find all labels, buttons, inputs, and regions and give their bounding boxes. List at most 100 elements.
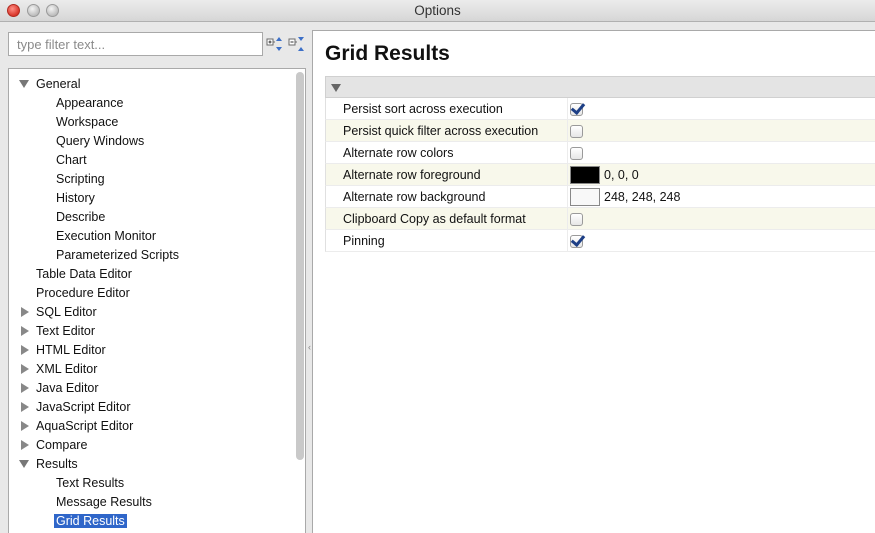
tree-scrollbar[interactable]: [296, 72, 304, 460]
disclosure-collapsed-icon[interactable]: [21, 421, 29, 431]
color-swatch[interactable]: [570, 188, 600, 206]
tree-item[interactable]: History: [56, 189, 95, 208]
tree-item-label: Grid Results: [54, 514, 127, 528]
column-divider: [567, 164, 568, 186]
disclosure-collapsed-icon[interactable]: [21, 345, 29, 355]
property-checkbox[interactable]: [570, 102, 583, 116]
disclosure-collapsed-icon[interactable]: [21, 440, 29, 450]
column-divider: [567, 186, 568, 208]
tree-item[interactable]: Chart: [56, 151, 87, 170]
property-value[interactable]: [570, 100, 583, 118]
tree-item[interactable]: Java Editor: [21, 379, 99, 398]
property-row: Persist sort across execution: [325, 98, 875, 120]
tree-item[interactable]: AquaScript Editor: [21, 417, 134, 436]
disclosure-collapsed-icon[interactable]: [21, 326, 29, 336]
tree-item[interactable]: Procedure Editor: [36, 284, 130, 303]
color-swatch[interactable]: [570, 166, 600, 184]
property-name: Clipboard Copy as default format: [343, 212, 526, 226]
property-row: Clipboard Copy as default format: [325, 208, 875, 230]
property-checkbox[interactable]: [570, 146, 583, 160]
property-checkbox[interactable]: [570, 212, 583, 226]
property-row: Alternate row colors: [325, 142, 875, 164]
tree-item[interactable]: Parameterized Scripts: [56, 246, 179, 265]
tree-item-label: Text Results: [56, 476, 125, 490]
property-checkbox[interactable]: [570, 234, 583, 248]
expand-all-button[interactable]: [265, 35, 285, 53]
tree-item[interactable]: Execution Monitor: [56, 227, 156, 246]
property-name: Alternate row background: [343, 190, 486, 204]
property-value[interactable]: [570, 122, 583, 140]
tree-item[interactable]: HTML Editor: [21, 341, 106, 360]
tree-item[interactable]: Compare: [21, 436, 88, 455]
color-value-text: 0, 0, 0: [604, 168, 639, 182]
property-checkbox[interactable]: [570, 124, 583, 138]
property-row: Persist quick filter across execution: [325, 120, 875, 142]
tree-item[interactable]: Describe: [56, 208, 105, 227]
tree-item[interactable]: Grid Results: [54, 512, 127, 531]
tree-item-label: Results: [36, 457, 78, 471]
tree-item-label: Table Data Editor: [36, 267, 132, 281]
tree-item-label: Appearance: [56, 96, 124, 110]
property-row: Alternate row background 248, 248, 248: [325, 186, 875, 208]
property-group-header[interactable]: [325, 76, 875, 98]
tree-item-label: XML Editor: [36, 362, 98, 376]
tree-item[interactable]: Query Windows: [56, 132, 144, 151]
column-divider: [567, 208, 568, 230]
title-bar: Options: [0, 0, 875, 22]
tree-item[interactable]: Results: [19, 455, 78, 474]
splitter-grip-icon: ‹: [308, 342, 311, 352]
tree-item[interactable]: Text Editor: [21, 322, 96, 341]
tree-item-label: Scripting: [56, 172, 105, 186]
tree-item[interactable]: Message Results: [56, 493, 152, 512]
tree-item[interactable]: SQL Editor: [21, 303, 97, 322]
disclosure-collapsed-icon[interactable]: [21, 383, 29, 393]
tree-item[interactable]: General: [19, 75, 81, 94]
column-divider: [567, 120, 568, 142]
tree-item[interactable]: Scripting: [56, 170, 105, 189]
window-title: Options: [414, 3, 461, 18]
property-value[interactable]: [570, 232, 583, 250]
tree-item-label: Describe: [56, 210, 106, 224]
tree-item-label: Workspace: [56, 115, 119, 129]
tree-item-label: Message Results: [56, 495, 152, 509]
property-row: Alternate row foreground 0, 0, 0: [325, 164, 875, 186]
tree-item[interactable]: Appearance: [56, 94, 123, 113]
tree-item[interactable]: Workspace: [56, 113, 118, 132]
page-title: Grid Results: [325, 42, 450, 65]
tree-item-label: Query Windows: [56, 134, 145, 148]
tree-item-label: General: [36, 77, 81, 91]
column-divider: [567, 142, 568, 164]
column-divider: [567, 230, 568, 252]
disclosure-expanded-icon[interactable]: [19, 460, 29, 468]
tree-item[interactable]: JavaScript Editor: [21, 398, 131, 417]
property-value[interactable]: 248, 248, 248: [570, 188, 680, 206]
filter-input[interactable]: [17, 37, 254, 52]
property-name: Persist quick filter across execution: [343, 124, 539, 138]
tree-item[interactable]: XML Editor: [21, 360, 98, 379]
tree-item[interactable]: Table Data Editor: [36, 265, 132, 284]
disclosure-collapsed-icon[interactable]: [21, 307, 29, 317]
tree-item-label: Chart: [56, 153, 87, 167]
property-value[interactable]: 0, 0, 0: [570, 166, 639, 184]
filter-field[interactable]: [8, 32, 263, 56]
expand-all-icon: [266, 37, 282, 51]
disclosure-collapsed-icon[interactable]: [21, 402, 29, 412]
disclosure-expanded-icon[interactable]: [19, 80, 29, 88]
property-value[interactable]: [570, 210, 583, 228]
tree-item-label: JavaScript Editor: [36, 400, 131, 414]
tree-item-label: Execution Monitor: [56, 229, 157, 243]
color-value-text: 248, 248, 248: [604, 190, 681, 204]
column-divider: [567, 98, 568, 120]
collapse-all-button[interactable]: [287, 35, 307, 53]
options-tree[interactable]: General Appearance Workspace Query Windows C…: [8, 68, 306, 533]
tree-item-label: Text Editor: [36, 324, 96, 338]
group-collapse-icon[interactable]: [331, 84, 341, 92]
property-value[interactable]: [570, 144, 583, 162]
tree-item[interactable]: Text Results: [56, 474, 124, 493]
disclosure-collapsed-icon[interactable]: [21, 364, 29, 374]
tree-item-label: Compare: [36, 438, 88, 452]
tree-item-label: History: [56, 191, 95, 205]
tree-item-label: AquaScript Editor: [36, 419, 134, 433]
property-name: Alternate row foreground: [343, 168, 481, 182]
property-name: Alternate row colors: [343, 146, 454, 160]
